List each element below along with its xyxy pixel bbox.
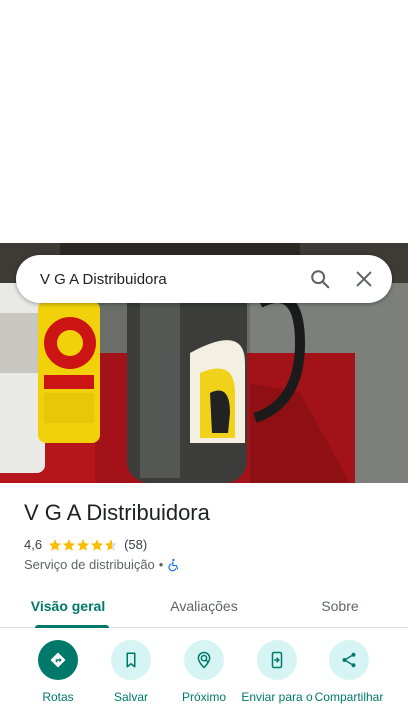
directions-label: Rotas	[42, 690, 74, 704]
star-full-icon	[90, 538, 104, 551]
tab-about[interactable]: Sobre	[272, 585, 408, 627]
share-label: Compartilhar	[314, 690, 384, 704]
review-count: (58)	[124, 537, 148, 552]
star-full-icon	[48, 538, 62, 551]
rating-value: 4,6	[24, 537, 43, 552]
close-icon	[356, 271, 372, 287]
share-button[interactable]: Compartilhar	[309, 640, 389, 705]
search-bar[interactable]: V G A Distribuidora	[16, 255, 392, 303]
save-button[interactable]: Salvar	[91, 640, 171, 705]
tab-overview[interactable]: Visão geral	[0, 585, 136, 628]
bookmark-icon	[111, 640, 151, 680]
search-icon	[311, 270, 330, 289]
directions-icon	[38, 640, 78, 680]
star-full-icon	[62, 538, 76, 551]
send-to-phone-icon	[257, 640, 297, 680]
send-to-phone-button[interactable]: Enviar para o	[237, 640, 317, 705]
star-rating	[48, 538, 118, 552]
rating-row[interactable]: 4,6 (58)	[24, 537, 147, 552]
nearby-icon	[184, 640, 224, 680]
nearby-button[interactable]: Próximo	[164, 640, 244, 705]
place-category: Serviço de distribuição	[24, 557, 155, 572]
directions-button[interactable]: Rotas	[18, 640, 98, 705]
star-full-icon	[76, 538, 90, 551]
save-label: Salvar	[113, 690, 148, 704]
action-buttons: Rotas Salvar Próximo Enviar para o Compa…	[0, 640, 408, 726]
category-row: Serviço de distribuição •	[24, 557, 181, 572]
share-icon	[329, 640, 369, 680]
search-input[interactable]: V G A Distribuidora	[16, 271, 298, 288]
nearby-label: Próximo	[181, 690, 226, 704]
separator-dot: •	[158, 557, 164, 572]
clear-search-button[interactable]	[342, 257, 386, 301]
tab-reviews[interactable]: Avaliações	[136, 585, 272, 627]
wheelchair-accessible-icon	[167, 558, 181, 572]
search-button[interactable]	[298, 257, 342, 301]
send-to-phone-label: Enviar para o	[241, 690, 313, 704]
place-tabs: Visão geral Avaliações Sobre	[0, 585, 408, 628]
map-blank-area	[0, 0, 408, 243]
star-half-icon	[104, 538, 118, 551]
place-title: V G A Distribuidora	[24, 500, 210, 525]
